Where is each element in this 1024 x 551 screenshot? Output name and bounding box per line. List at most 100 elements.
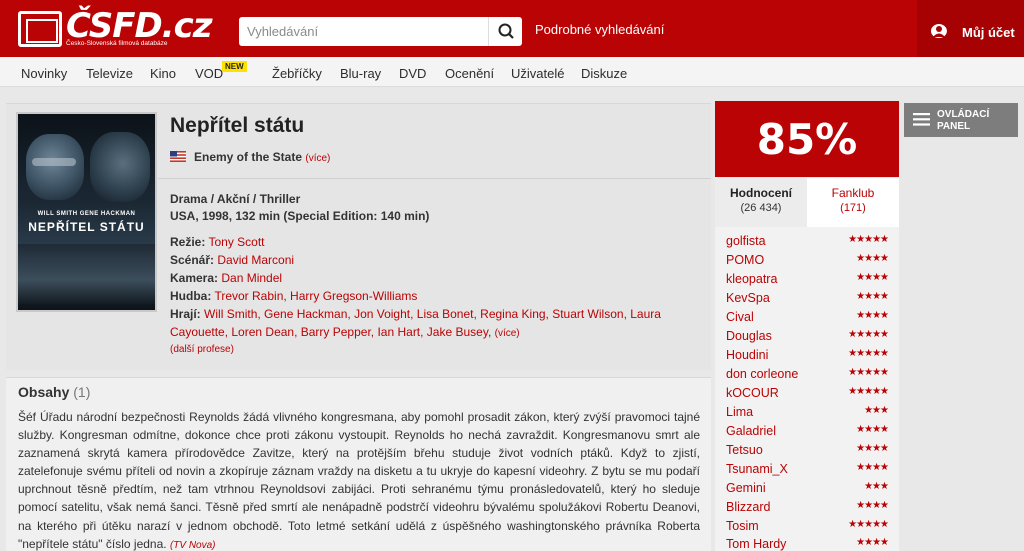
film-poster[interactable]: WILL SMITH GENE HACKMAN NEPŘÍTEL STÁTU [16,112,157,312]
rating-user-link[interactable]: Blizzard [726,500,770,514]
new-badge: NEW [222,61,247,72]
search-input[interactable] [239,17,487,46]
nav-awards[interactable]: Ocenění [445,66,494,81]
rating-user-link[interactable]: Tom Hardy [726,537,786,551]
rating-user-link[interactable]: Tetsuo [726,443,763,457]
rating-user-link[interactable]: Douglas [726,329,772,343]
film-title: Nepřítel státu [170,114,305,137]
crew-music: Hudba: Trevor Rabin, Harry Gregson-Willi… [170,287,417,305]
more-professions-link[interactable]: (další profese) [170,344,234,355]
control-panel-label: OVLÁDACÍ PANEL [937,109,989,133]
rating-user-link[interactable]: kleopatra [726,272,777,286]
crew-label: Kamera: [170,271,219,285]
rating-row: Houdini ★★★★★ [715,348,899,367]
rating-row: Gemini ★★★ [715,481,899,500]
nav-bluray[interactable]: Blu-ray [340,66,381,81]
rating-row: kleopatra ★★★★ [715,272,899,291]
rating-row: don corleone ★★★★★ [715,367,899,386]
film-origin: USA, 1998, 132 min (Special Edition: 140… [170,209,430,223]
usa-flag-icon [170,151,186,162]
rating-user-link[interactable]: POMO [726,253,764,267]
rating-stars: ★★★★ [856,500,889,511]
film-strip-icon [18,11,62,47]
rating-user-link[interactable]: Tsunami_X [726,462,788,476]
logo-tagline: Česko-Slovenská filmová databáze [66,40,168,47]
poster-face-left [26,134,84,200]
nav-tv[interactable]: Televize [86,66,133,81]
rating-user-link[interactable]: Gemini [726,481,766,495]
search-button[interactable] [488,17,522,46]
rating-row: golfista ★★★★★ [715,234,899,253]
rating-row: Tsunami_X ★★★★ [715,462,899,481]
rating-stars: ★★★★★ [848,234,889,245]
rating-average: 85% [756,115,858,164]
rating-stars: ★★★ [864,481,889,492]
plot-body: Šéf Úřadu národní bezpečnosti Reynolds ž… [18,410,700,551]
rating-stars: ★★★★ [856,443,889,454]
rating-user-link[interactable]: Galadriel [726,424,776,438]
plot-source-link[interactable]: (TV Nova) [170,540,216,551]
rating-stars: ★★★★ [856,291,889,302]
nav-charts[interactable]: Žebříčky [272,66,322,81]
site-logo[interactable]: ČSFD.cz Česko-Slovenská filmová databáze [18,6,213,52]
rating-stars: ★★★★ [856,537,889,548]
tab-fanclub-label: Fanklub [831,186,875,200]
original-title: Enemy of the State (více) [194,150,330,164]
rating-stars: ★★★★ [856,272,889,283]
nav-discussion[interactable]: Diskuze [581,66,627,81]
rating-stars: ★★★★ [856,253,889,264]
crew-label: Režie: [170,235,206,249]
menu-icon [913,113,930,126]
rating-stars: ★★★ [864,405,889,416]
rating-user-link[interactable]: Houdini [726,348,768,362]
rating-user-link[interactable]: Cival [726,310,754,324]
more-cast-link[interactable]: (více) [495,328,520,339]
plot-text: Šéf Úřadu národní bezpečnosti Reynolds ž… [18,408,700,551]
rating-row: Galadriel ★★★★ [715,424,899,443]
crew-label: Hudba: [170,289,212,303]
user-icon [930,24,947,38]
rating-user-link[interactable]: golfista [726,234,766,248]
rating-stars: ★★★★ [856,462,889,473]
poster-cast: WILL SMITH GENE HACKMAN [37,211,136,217]
rating-stars: ★★★★★ [848,348,889,359]
rating-stars: ★★★★★ [848,329,889,340]
nav-dvd[interactable]: DVD [399,66,426,81]
tab-fanclub-count: (171) [840,202,866,214]
rating-stars: ★★★★★ [848,519,889,530]
rating-user-link[interactable]: Tosim [726,519,759,533]
main-nav: Novinky Televize Kino VOD Žebříčky Blu-r… [0,57,1024,87]
account-link[interactable]: Můj účet [962,25,1015,40]
crew-camera: Kamera: Dan Mindel [170,269,282,287]
rating-row: kOCOUR ★★★★★ [715,386,899,405]
more-titles-link[interactable]: (více) [305,153,330,164]
nav-news[interactable]: Novinky [21,66,67,81]
crew-label: Scénář: [170,253,215,267]
rating-row: Cival ★★★★ [715,310,899,329]
tab-ratings[interactable]: Hodnocení (26 434) [715,178,807,227]
cast-links[interactable]: Will Smith, Gene Hackman, Jon Voight, Li… [170,307,661,339]
rating-user-link[interactable]: don corleone [726,367,798,381]
writer-link[interactable]: David Marconi [217,253,294,267]
rating-user-link[interactable]: kOCOUR [726,386,779,400]
tab-ratings-count: (26 434) [740,202,782,214]
nav-users[interactable]: Uživatelé [511,66,564,81]
crew-screenplay: Scénář: David Marconi [170,251,294,269]
rating-row: Lima ★★★ [715,405,899,424]
tab-fanclub[interactable]: Fanklub (171) [807,178,899,227]
rating-row: Blizzard ★★★★ [715,500,899,519]
film-genres: Drama / Akční / Thriller [170,192,301,206]
rating-row: KevSpa ★★★★ [715,291,899,310]
advanced-search-link[interactable]: Podrobné vyhledávání [535,22,664,37]
director-link[interactable]: Tony Scott [208,235,264,249]
cinematographer-link[interactable]: Dan Mindel [221,271,282,285]
rating-user-link[interactable]: Lima [726,405,753,419]
control-panel-label-line1: OVLÁDACÍ [937,109,990,120]
nav-cinema[interactable]: Kino [150,66,176,81]
rating-stars: ★★★★★ [848,367,889,378]
nav-vod[interactable]: VOD [195,66,223,81]
composer-links[interactable]: Trevor Rabin, Harry Gregson-Williams [214,289,417,303]
rating-stars: ★★★★★ [848,386,889,397]
rating-user-link[interactable]: KevSpa [726,291,770,305]
rating-stars: ★★★★ [856,424,889,435]
